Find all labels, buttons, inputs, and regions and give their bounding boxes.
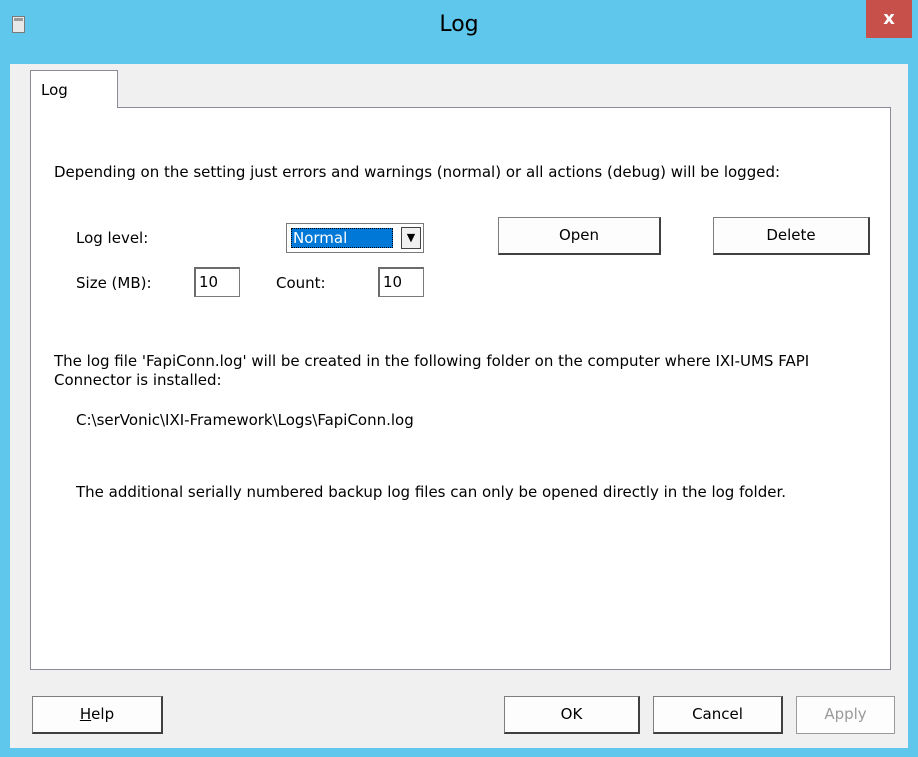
tab-log[interactable]: Log: [30, 70, 118, 108]
cancel-button[interactable]: Cancel: [653, 696, 783, 734]
help-mnemonic: H: [79, 705, 92, 723]
chevron-down-icon[interactable]: ▼: [401, 227, 421, 249]
title-bar[interactable]: Log x: [0, 0, 918, 62]
help-label-rest: elp: [91, 705, 115, 723]
size-input[interactable]: 10: [194, 267, 240, 297]
log-level-label: Log level:: [76, 229, 149, 247]
size-label: Size (MB):: [76, 274, 152, 292]
backup-info: The additional serially numbered backup …: [76, 483, 787, 501]
log-file-path: C:\serVonic\IXI-Framework\Logs\FapiConn.…: [76, 411, 414, 429]
open-log-button[interactable]: Open: [498, 217, 661, 255]
log-level-value: Normal: [291, 228, 393, 248]
window-title: Log: [439, 12, 479, 37]
dialog-client-area: Log Depending on the setting just errors…: [10, 64, 908, 748]
log-level-select[interactable]: Normal ▼: [286, 223, 424, 253]
dialog-window: Log x Log Depending on the setting just …: [0, 0, 918, 757]
count-label: Count:: [276, 274, 326, 292]
delete-log-button[interactable]: Delete: [713, 217, 870, 255]
count-input[interactable]: 10: [378, 267, 424, 297]
log-location-info: The log file 'FapiConn.log' will be crea…: [54, 352, 810, 389]
ok-button[interactable]: OK: [504, 696, 640, 734]
close-button[interactable]: x: [866, 0, 912, 38]
apply-button[interactable]: Apply: [796, 696, 895, 734]
help-button[interactable]: Help: [32, 696, 163, 734]
log-description: Depending on the setting just errors and…: [54, 163, 781, 181]
